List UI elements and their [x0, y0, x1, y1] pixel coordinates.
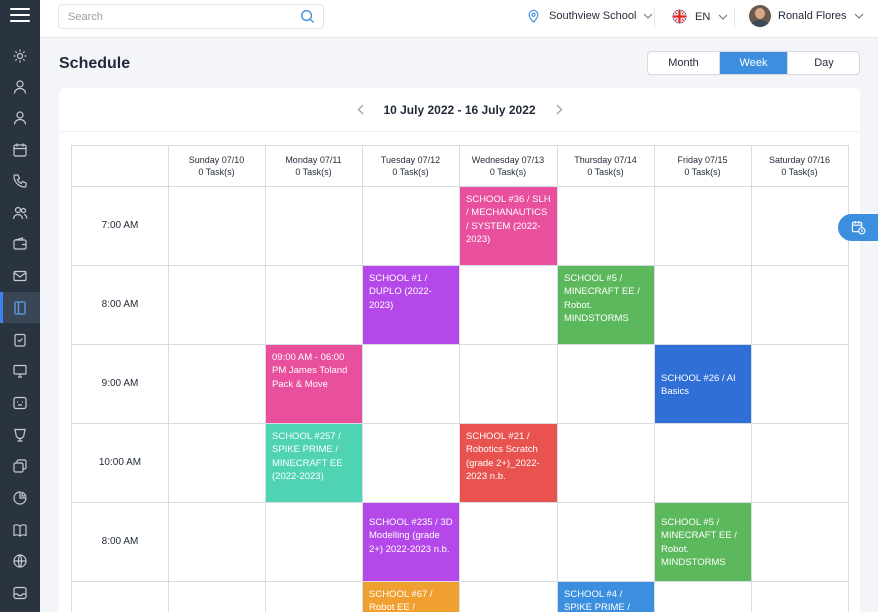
chat-icon[interactable] [0, 387, 40, 418]
divider [734, 8, 735, 28]
time-label: 9:00 AM [101, 378, 139, 389]
grid-line [168, 145, 169, 612]
event-block[interactable]: SCHOOL #26 / AI Basics [655, 345, 751, 423]
event-block[interactable]: SCHOOL #36 / SLH / MECHANAUTICS / SYSTEM… [460, 187, 557, 265]
day-header: Tuesday 07/12 0 Task(s) [380, 155, 441, 177]
day-view-button[interactable]: Day [788, 52, 859, 74]
users-icon[interactable] [0, 197, 40, 228]
view-toggle: Month Week Day [647, 51, 860, 75]
grid-line [557, 145, 558, 612]
day-header: Saturday 07/16 0 Task(s) [768, 155, 831, 177]
event-block[interactable]: 09:00 AM - 06:00 PM James Toland Pack & … [266, 345, 362, 423]
calendar-icon[interactable] [0, 134, 40, 165]
chevron-down-icon [855, 13, 864, 19]
month-view-button[interactable]: Month [648, 52, 720, 74]
menu-icon[interactable] [10, 8, 30, 24]
time-label: 7:00 AM [101, 220, 139, 231]
week-navigator: 10 July 2022 - 16 July 2022 [59, 88, 860, 132]
time-label: 8:00 AM [101, 299, 139, 310]
sidebar [0, 0, 40, 612]
language-selector[interactable]: EN [672, 9, 728, 24]
page-title: Schedule [59, 55, 131, 72]
school-name: Southview School [549, 10, 637, 22]
chevron-down-icon [644, 13, 653, 19]
event-block[interactable]: SCHOOL #21 / Robotics Scratch (grade 2+)… [460, 424, 557, 502]
avatar [749, 5, 771, 27]
event-block[interactable]: SCHOOL #235 / 3D Modelling (grade 2+) 20… [363, 503, 459, 581]
search-box [58, 4, 324, 29]
uk-flag-icon [672, 9, 687, 24]
trophy-icon[interactable] [0, 419, 40, 450]
mail-icon[interactable] [0, 260, 40, 291]
grid-line [71, 581, 849, 582]
wallet-icon[interactable] [0, 228, 40, 259]
book-icon[interactable] [0, 514, 40, 545]
user-icon[interactable] [0, 71, 40, 102]
cards-icon[interactable] [0, 450, 40, 481]
chart-pie-icon[interactable] [0, 482, 40, 513]
globe-icon[interactable] [0, 545, 40, 576]
chevron-down-icon [718, 14, 728, 20]
schedule-icon[interactable] [0, 292, 40, 323]
event-block[interactable]: SCHOOL #5 / MINECRAFT EE / Robot. MINDST… [558, 266, 654, 344]
inbox-icon[interactable] [0, 577, 40, 608]
divider [654, 8, 655, 28]
gear-icon[interactable] [0, 40, 40, 71]
clipboard-icon[interactable] [0, 324, 40, 355]
language-code: EN [695, 10, 711, 23]
event-block[interactable]: SCHOOL #1 / DUPLO (2022-2023) [363, 266, 459, 344]
calendar-clock-icon [851, 220, 866, 235]
calendar-float-button[interactable] [838, 214, 878, 241]
search-input[interactable] [68, 5, 288, 28]
search-icon[interactable] [300, 9, 315, 24]
grid-line [71, 145, 849, 146]
time-label: 10:00 AM [98, 457, 142, 468]
grid-line [71, 265, 849, 266]
phone-icon[interactable] [0, 165, 40, 196]
top-bar: Southview School EN Ronald Flores [40, 0, 878, 38]
day-header: Wednesday 07/13 0 Task(s) [471, 155, 545, 177]
grid-line [751, 145, 752, 612]
event-block[interactable]: SCHOOL #67 / Robot EE / [363, 582, 459, 612]
chevron-right-icon[interactable] [552, 102, 566, 118]
time-label: 8:00 AM [101, 536, 139, 547]
event-block[interactable]: SCHOOL #257 / SPIKE PRIME / MINECRAFT EE… [266, 424, 362, 502]
day-header: Monday 07/11 0 Task(s) [285, 155, 342, 177]
day-header: Friday 07/15 0 Task(s) [677, 155, 728, 177]
user-menu[interactable]: Ronald Flores [749, 5, 864, 27]
week-view-button[interactable]: Week [720, 52, 788, 74]
day-header: Sunday 07/10 0 Task(s) [188, 155, 245, 177]
monitor-icon[interactable] [0, 355, 40, 386]
event-block[interactable]: SCHOOL #5 / MINECRAFT EE / Robot. MINDST… [655, 503, 751, 581]
school-selector[interactable]: Southview School [527, 9, 653, 23]
event-block[interactable]: SCHOOL #4 / SPIKE PRIME / [558, 582, 654, 612]
user-alt-icon[interactable] [0, 102, 40, 133]
week-range: 10 July 2022 - 16 July 2022 [383, 103, 536, 117]
day-header: Thursday 07/14 0 Task(s) [574, 155, 637, 177]
user-name: Ronald Flores [778, 10, 847, 22]
location-pin-icon [528, 9, 539, 23]
